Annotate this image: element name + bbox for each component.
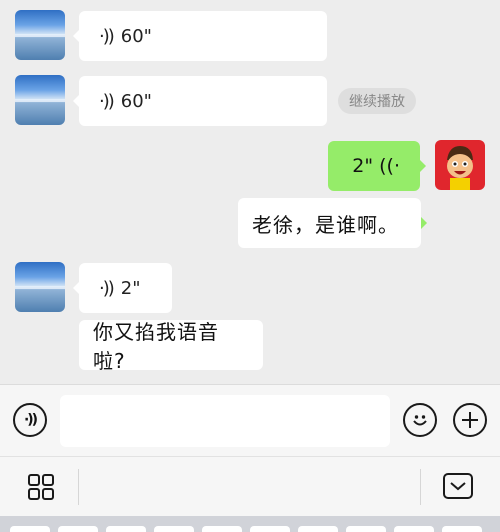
emoji-icon[interactable]: [403, 403, 437, 437]
voice-wave-icon: ((·: [379, 155, 400, 177]
keyboard-key[interactable]: [10, 526, 50, 532]
keyboard-key[interactable]: [442, 526, 482, 532]
contact-avatar[interactable]: [15, 10, 65, 60]
toolbar-divider: [420, 469, 421, 505]
received-text-bubble[interactable]: 你又掐我语音啦?: [79, 320, 263, 373]
voice-duration: 2": [352, 155, 374, 177]
voice-wave-icon: ·)): [99, 90, 115, 112]
message-text: 你又掐我语音啦?: [93, 320, 219, 373]
message-text: 老徐，是谁啊。: [252, 212, 399, 237]
input-bar: ·)): [0, 384, 500, 456]
my-avatar[interactable]: [435, 140, 485, 190]
voice-message-bubble[interactable]: ·)) 60": [73, 11, 327, 61]
message-input[interactable]: [60, 395, 390, 447]
keyboard-key[interactable]: [298, 526, 338, 532]
voice-duration: 2": [120, 277, 141, 299]
voice-message-bubble[interactable]: ·)) 2": [73, 263, 172, 313]
keyboard-collapse-icon[interactable]: [443, 473, 473, 503]
voice-message-bubble[interactable]: ·)) 60": [73, 76, 327, 126]
plus-icon[interactable]: [453, 403, 487, 437]
keyboard-key[interactable]: [58, 526, 98, 532]
keyboard-key[interactable]: [250, 526, 290, 532]
voice-input-icon[interactable]: ·)): [13, 403, 47, 437]
keyboard-top-row: [0, 516, 500, 532]
sent-text-bubble[interactable]: 老徐，是谁啊。: [238, 198, 427, 248]
voice-wave-icon: ·)): [99, 277, 115, 299]
voice-duration: 60": [120, 90, 152, 112]
cartoon-face-icon: [447, 146, 473, 190]
bottom-toolbar: [0, 456, 500, 516]
toolbar-divider: [78, 469, 79, 505]
keyboard-key[interactable]: [106, 526, 146, 532]
sent-voice-bubble[interactable]: 2" ((·: [328, 141, 426, 191]
voice-duration: 60": [120, 25, 152, 47]
continue-playing-badge[interactable]: 继续播放: [338, 88, 416, 114]
keyboard-key[interactable]: [202, 526, 242, 532]
contact-avatar[interactable]: [15, 262, 65, 312]
voice-wave-icon: ·)): [99, 25, 115, 47]
keyboard-key[interactable]: [346, 526, 386, 532]
chat-area[interactable]: ·)) 60" ·)) 60" 继续播放 2" ((· 老徐，是谁啊。 ·)) …: [0, 0, 500, 384]
contact-avatar[interactable]: [15, 75, 65, 125]
keyboard-key[interactable]: [154, 526, 194, 532]
keyboard-key[interactable]: [394, 526, 434, 532]
apps-grid-icon[interactable]: [28, 474, 54, 504]
